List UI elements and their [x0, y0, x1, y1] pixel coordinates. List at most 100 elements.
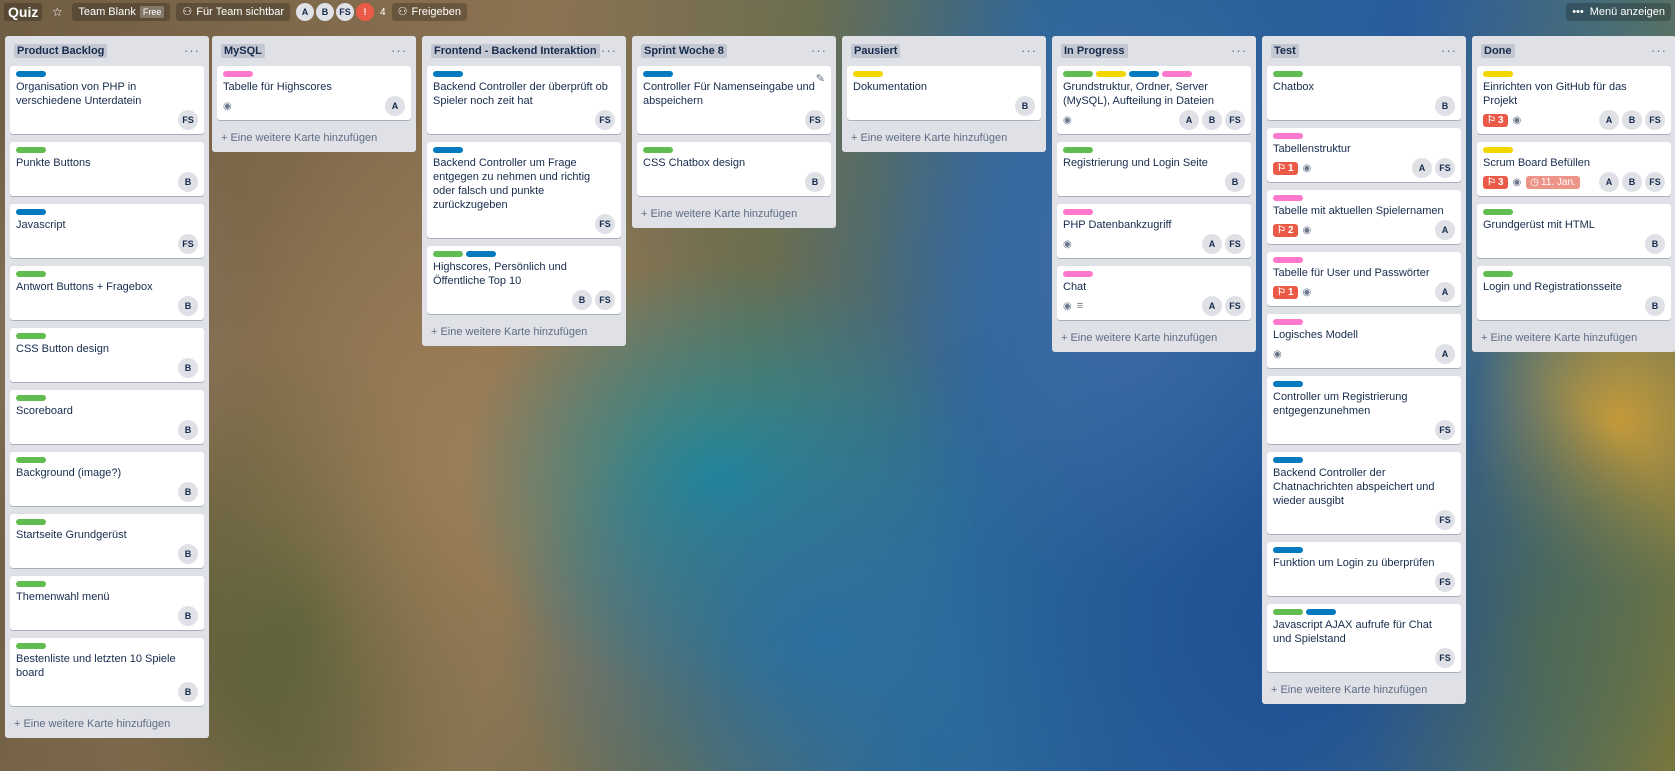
card-label[interactable] — [1162, 71, 1192, 77]
card-label[interactable] — [1063, 271, 1093, 277]
member-avatar[interactable]: FS — [336, 3, 355, 21]
list-title[interactable]: Frontend - Backend Interaktion — [431, 44, 600, 58]
card[interactable]: Registrierung und Login Seite B — [1057, 142, 1251, 196]
member-avatar[interactable]: A — [1412, 158, 1432, 178]
card-label[interactable] — [16, 271, 46, 277]
card-label[interactable] — [223, 71, 253, 77]
card-label[interactable] — [433, 251, 463, 257]
card-label[interactable] — [1273, 195, 1303, 201]
list-title[interactable]: Product Backlog — [14, 44, 108, 58]
card-label[interactable] — [433, 71, 463, 77]
card-label[interactable] — [16, 581, 46, 587]
card[interactable]: ✎ Controller Für Namenseingabe und abspei… — [637, 66, 831, 134]
card-label[interactable] — [1273, 457, 1303, 463]
member-avatar[interactable]: FS — [595, 110, 615, 130]
more-icon[interactable]: ··· — [184, 44, 200, 57]
more-icon[interactable]: ··· — [391, 44, 407, 57]
member-avatar[interactable]: B — [1622, 172, 1642, 192]
card[interactable]: Bestenliste und letzten 10 Spiele board B — [10, 638, 204, 706]
card-label[interactable] — [1273, 381, 1303, 387]
card-label[interactable] — [1273, 609, 1303, 615]
member-avatar[interactable]: B — [1645, 234, 1665, 254]
member-avatar[interactable]: B — [805, 172, 825, 192]
list-title[interactable]: Done — [1481, 44, 1515, 58]
card-label[interactable] — [1273, 547, 1303, 553]
add-card-button[interactable]: + Eine weitere Karte hinzufügen — [217, 128, 411, 146]
member-avatar[interactable]: B — [572, 290, 592, 310]
card-label[interactable] — [1483, 147, 1513, 153]
more-icon[interactable]: ··· — [1651, 44, 1667, 57]
card[interactable]: Controller um Registrierung entgegenzune… — [1267, 376, 1461, 444]
card[interactable]: Startseite Grundgerüst B — [10, 514, 204, 568]
show-menu-button[interactable]: ••• Menü anzeigen — [1566, 3, 1671, 21]
member-avatar[interactable]: A — [1202, 296, 1222, 316]
card[interactable]: Themenwahl menü B — [10, 576, 204, 630]
card[interactable]: Background (image?) B — [10, 452, 204, 506]
member-avatar[interactable]: B — [1225, 172, 1245, 192]
card-label[interactable] — [16, 519, 46, 525]
card-label[interactable] — [466, 251, 496, 257]
card-label[interactable] — [643, 71, 673, 77]
card[interactable]: Tabelle mit aktuellen Spielernamen ⚐ 2 ◉ A — [1267, 190, 1461, 244]
add-card-button[interactable]: + Eine weitere Karte hinzufügen — [1477, 328, 1671, 346]
due-date-badge[interactable]: ◷ 11. Jan. — [1526, 175, 1580, 189]
card-label[interactable] — [853, 71, 883, 77]
card[interactable]: Backend Controller der überprüft ob Spie… — [427, 66, 621, 134]
card[interactable]: Tabellenstruktur ⚐ 1 ◉ A FS — [1267, 128, 1461, 182]
member-avatar[interactable]: FS — [595, 290, 615, 310]
card[interactable]: Organisation von PHP in verschiedene Unt… — [10, 66, 204, 134]
card-label[interactable] — [1273, 133, 1303, 139]
member-avatar[interactable]: A — [1435, 220, 1455, 240]
star-icon[interactable]: ☆ — [48, 5, 66, 19]
add-card-button[interactable]: + Eine weitere Karte hinzufügen — [1057, 328, 1251, 346]
card[interactable]: CSS Button design B — [10, 328, 204, 382]
team-button[interactable]: Team Blank Free — [72, 3, 171, 21]
member-avatar[interactable]: B — [1202, 110, 1222, 130]
card[interactable]: Funktion um Login zu überprüfen FS — [1267, 542, 1461, 596]
card-label[interactable] — [1273, 71, 1303, 77]
card-label[interactable] — [1096, 71, 1126, 77]
member-avatar[interactable]: B — [1015, 96, 1035, 116]
member-avatar[interactable]: A — [1179, 110, 1199, 130]
member-avatar[interactable]: FS — [178, 110, 198, 130]
list-title[interactable]: MySQL — [221, 44, 265, 58]
card-label[interactable] — [16, 395, 46, 401]
card-label[interactable] — [1483, 209, 1513, 215]
member-avatar[interactable]: FS — [1225, 296, 1245, 316]
card-label[interactable] — [1273, 257, 1303, 263]
card-label[interactable] — [16, 71, 46, 77]
list-title[interactable]: Test — [1271, 44, 1299, 58]
add-card-button[interactable]: + Eine weitere Karte hinzufügen — [637, 204, 831, 222]
member-avatar[interactable]: A — [1435, 344, 1455, 364]
member-avatar[interactable]: FS — [1225, 234, 1245, 254]
member-avatar[interactable]: FS — [595, 214, 615, 234]
member-avatar[interactable]: B — [1622, 110, 1642, 130]
more-icon[interactable]: ··· — [1231, 44, 1247, 57]
card-label[interactable] — [643, 147, 673, 153]
more-icon[interactable]: ··· — [1021, 44, 1037, 57]
card[interactable]: Scoreboard B — [10, 390, 204, 444]
card-label[interactable] — [1063, 209, 1093, 215]
add-card-button[interactable]: + Eine weitere Karte hinzufügen — [427, 322, 621, 340]
member-avatar[interactable]: FS — [178, 234, 198, 254]
card[interactable]: Grundstruktur, Ordner, Server (MySQL), A… — [1057, 66, 1251, 134]
card-label[interactable] — [16, 333, 46, 339]
member-avatar[interactable]: FS — [1435, 158, 1455, 178]
member-avatar[interactable]: FS — [1435, 510, 1455, 530]
card-label[interactable] — [1483, 71, 1513, 77]
list-title[interactable]: Sprint Woche 8 — [641, 44, 727, 58]
card-label[interactable] — [16, 209, 46, 215]
card-label[interactable] — [433, 147, 463, 153]
card-label[interactable] — [16, 147, 46, 153]
member-avatar-overflow[interactable]: ! — [356, 3, 375, 21]
card-label[interactable] — [1063, 147, 1093, 153]
more-icon[interactable]: ··· — [1441, 44, 1457, 57]
member-avatar[interactable]: A — [1435, 282, 1455, 302]
member-count[interactable]: 4 — [380, 7, 386, 18]
card[interactable]: Grundgerüst mit HTML B — [1477, 204, 1671, 258]
card[interactable]: Chat ◉ ≡ A FS — [1057, 266, 1251, 320]
card-label[interactable] — [1129, 71, 1159, 77]
board-name[interactable]: Quiz — [4, 3, 43, 21]
share-button[interactable]: ⚇ Freigeben — [391, 3, 468, 21]
pencil-icon[interactable]: ✎ — [816, 72, 825, 85]
